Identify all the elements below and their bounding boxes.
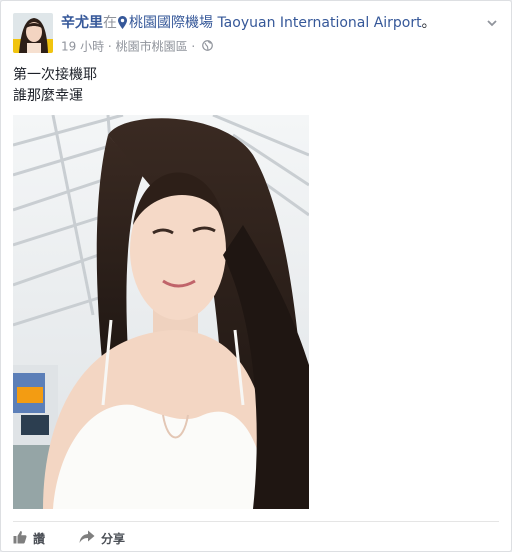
author-name[interactable]: 辛尤里 [61, 15, 103, 31]
headline-end-mark: 。 [421, 15, 436, 31]
thumbs-up-icon [13, 530, 33, 547]
location-pin-icon [118, 15, 127, 35]
actions-divider [13, 521, 499, 522]
post-text: 第一次接機耶 誰那麼幸運 [13, 65, 97, 107]
chevron-down-icon[interactable] [485, 15, 499, 29]
globe-icon[interactable] [202, 39, 213, 55]
share-label: 分享 [101, 531, 126, 546]
post-text-line: 第一次接機耶 [13, 67, 97, 83]
checkin-word: 在 [103, 15, 117, 31]
post-text-line: 誰那麼幸運 [13, 88, 83, 104]
share-arrow-icon [79, 530, 101, 547]
like-label: 讚 [33, 531, 46, 546]
action-bar: 讚 分享 [13, 527, 159, 549]
checkin-location[interactable]: 桃園國際機場 Taoyuan International Airport [129, 15, 422, 31]
post-card: 辛尤里在 桃園國際機場 Taoyuan International Airport… [0, 0, 512, 552]
like-button[interactable]: 讚 [13, 530, 45, 547]
author-avatar[interactable] [13, 13, 53, 53]
meta-separator-2: · [191, 39, 196, 54]
meta-separator: · [107, 39, 112, 54]
post-meta: 19 小時 · 桃園市桃園區 · [61, 38, 481, 55]
post-headline: 辛尤里在 桃園國際機場 Taoyuan International Airport… [61, 13, 481, 35]
share-button[interactable]: 分享 [79, 530, 125, 547]
post-header: 辛尤里在 桃園國際機場 Taoyuan International Airport… [61, 13, 481, 55]
post-place[interactable]: 桃園市桃園區 [116, 40, 188, 54]
post-timestamp[interactable]: 19 小時 [61, 40, 104, 54]
post-photo[interactable] [13, 115, 309, 509]
